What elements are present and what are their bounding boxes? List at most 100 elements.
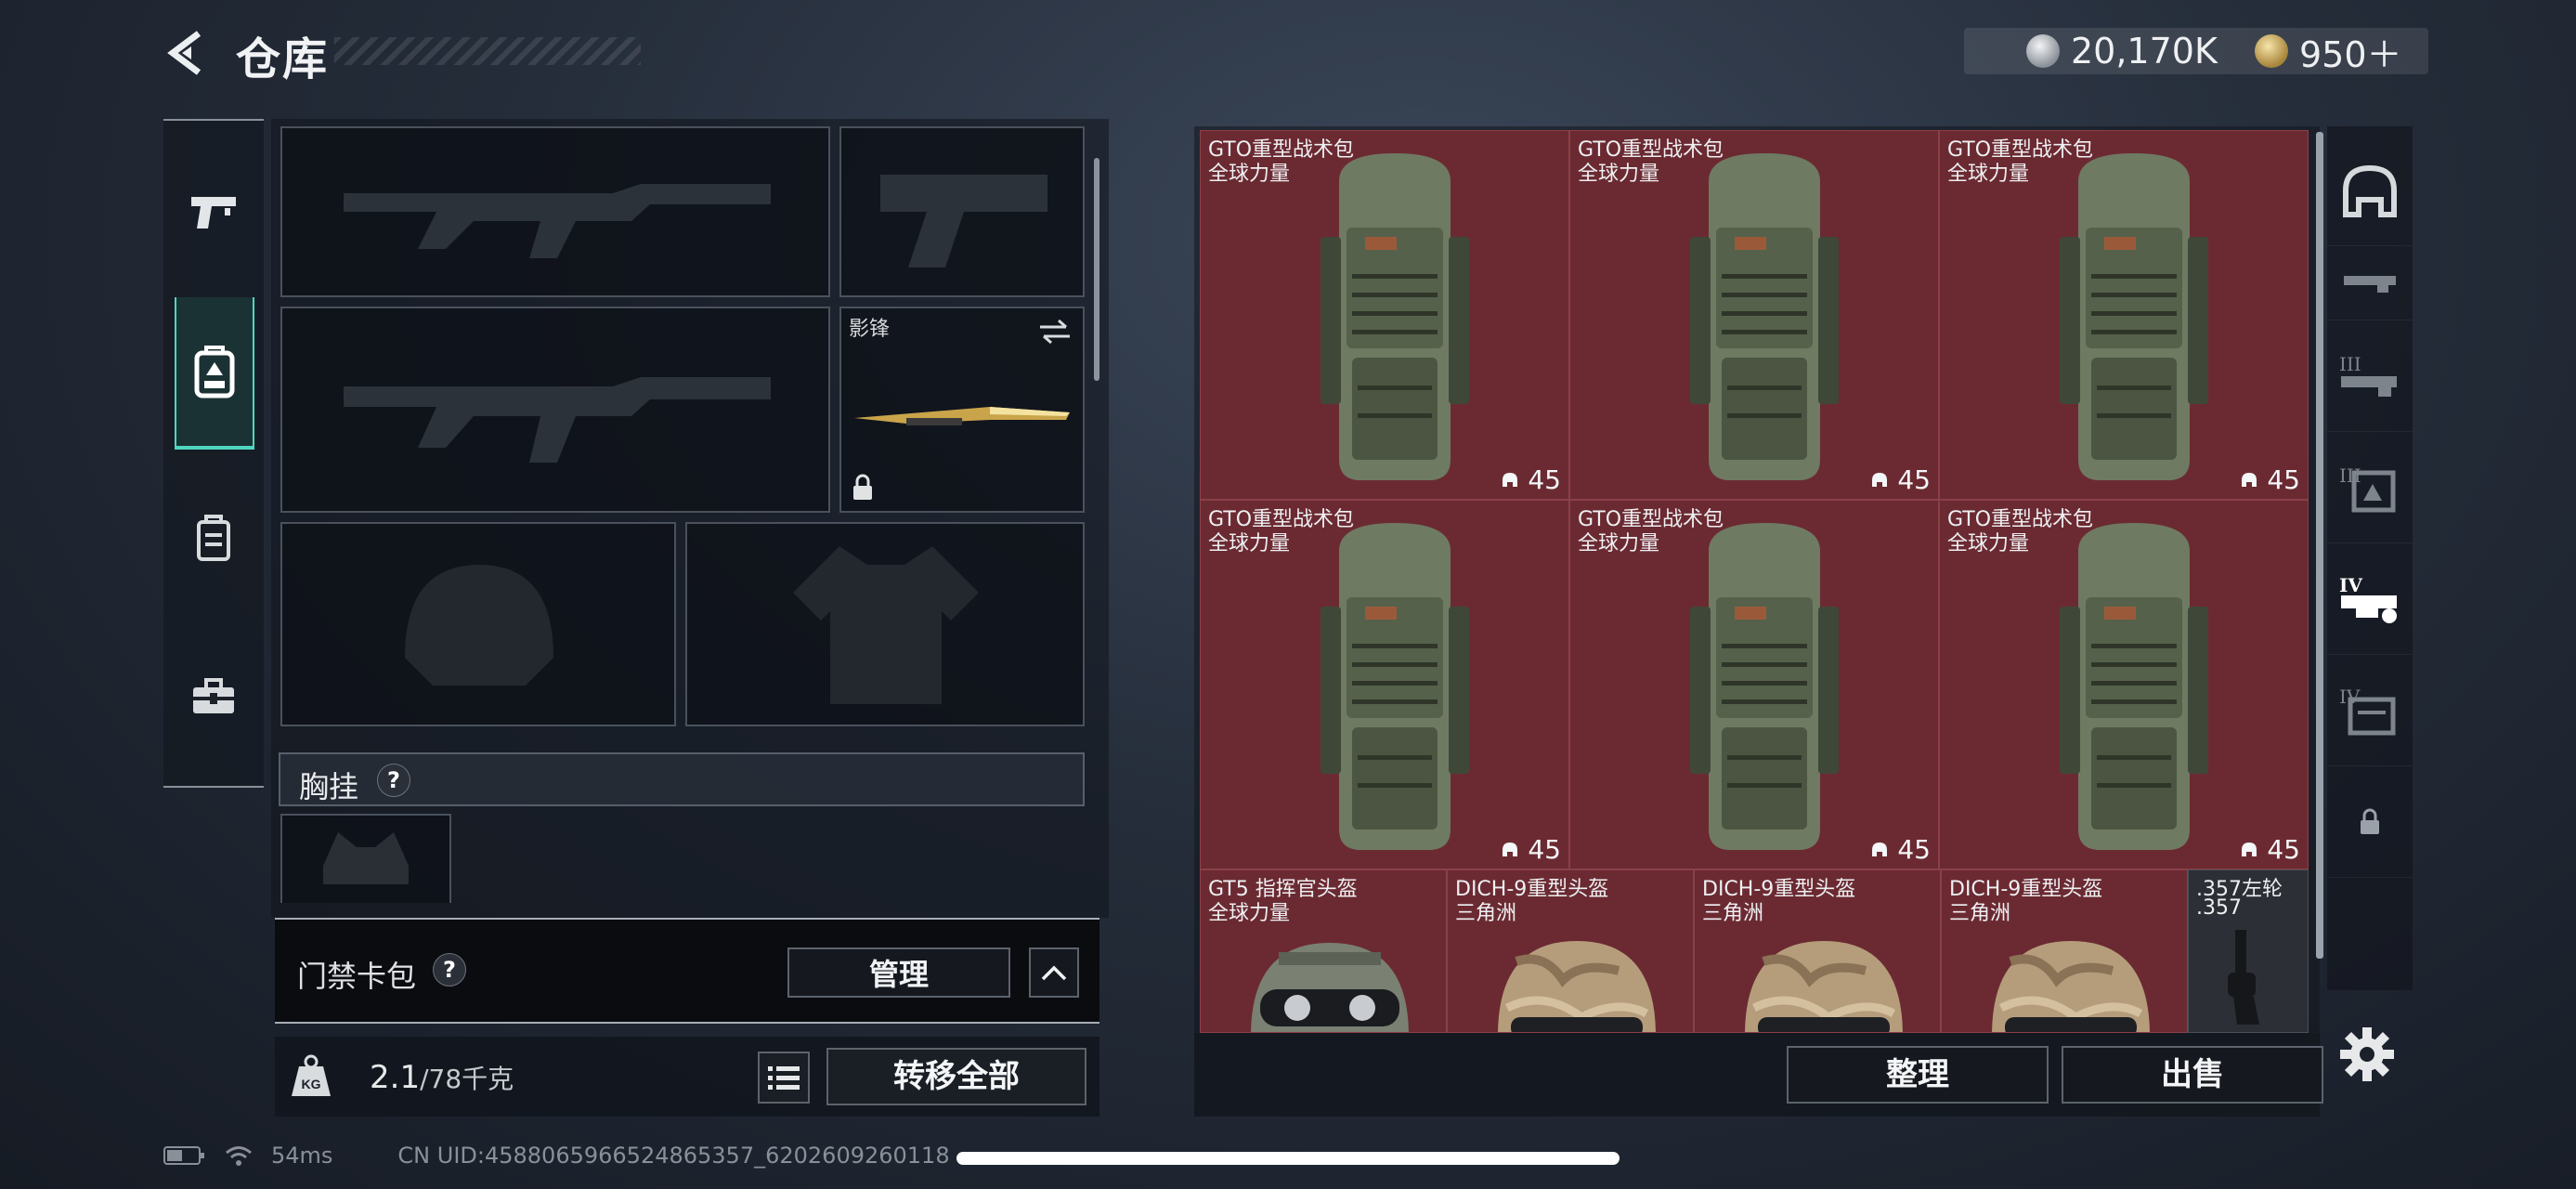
back-button[interactable] [163, 28, 214, 78]
sort-button[interactable]: 整理 [1787, 1046, 2049, 1104]
settings-button[interactable] [2338, 1026, 2396, 1083]
backpack-image [2060, 523, 2208, 850]
helmet-image [1498, 941, 1656, 1032]
filter-column: III III IV IV [2327, 126, 2413, 990]
weight-bar: KG 2.1/78千克 转移全部 [275, 1037, 1099, 1117]
filter-tier-4[interactable]: IV [2327, 544, 2413, 655]
inventory-item[interactable]: GTO重型战术包 全球力量 45 [1939, 130, 2309, 500]
backpack-image [2060, 153, 2208, 480]
pistol-silhouette-icon [880, 175, 1047, 268]
item-durability: 45 [1869, 834, 1931, 865]
lock-icon [853, 474, 872, 500]
status-bar: 54ms CN UID:4588065966524865357_62026092… [163, 1139, 950, 1172]
filter-helmet[interactable] [2327, 136, 2413, 246]
inventory-item[interactable]: GTO重型战术包 全球力量 45 [1200, 500, 1569, 869]
item-durability-value: 45 [2267, 464, 2300, 495]
filter-locked[interactable] [2327, 767, 2413, 878]
item-brand: .357 [2196, 896, 2242, 920]
list-view-button[interactable] [758, 1052, 810, 1104]
item-brand: 三角洲 [1949, 902, 2011, 925]
inventory-grid: GTO重型战术包 全球力量 45 GTO重型战术包 全球力量 45 GTO重型战术包 全球力量… [1200, 130, 2309, 1033]
silver-currency: 20,170K [2026, 28, 2218, 74]
access-card-help-icon[interactable]: ? [433, 953, 466, 986]
nav-weapons[interactable] [163, 137, 264, 286]
inventory-item[interactable]: DICH-9重型头盔 三角洲 [1941, 869, 2188, 1033]
chest-rig-slot[interactable] [280, 814, 451, 903]
gold-coin-icon [2255, 34, 2288, 68]
filter-tier-3-plate[interactable]: III [2327, 433, 2413, 543]
item-durability: 45 [1500, 464, 1561, 495]
knife-image [854, 407, 1070, 425]
weight-display: 2.1/78千克 [370, 1059, 514, 1096]
pistol-icon [191, 197, 236, 229]
backpack-image [1690, 153, 1839, 480]
lock-filter-icon [2361, 808, 2379, 834]
sell-button[interactable]: 出售 [2062, 1046, 2323, 1104]
page-title: 仓库 [236, 33, 330, 85]
armor-tier-3-plate-filter-icon: III [2339, 464, 2396, 513]
helmet-filter-icon [2343, 164, 2397, 217]
revolver-image [2228, 930, 2259, 1025]
home-indicator[interactable] [956, 1152, 1620, 1165]
pistol-slot[interactable] [839, 126, 1085, 297]
item-durability-value: 45 [1897, 464, 1931, 495]
battery-icon [163, 1146, 204, 1165]
weight-current: 2.1 [370, 1059, 421, 1096]
gold-currency-value: 950＋ [2299, 33, 2402, 75]
inventory-item[interactable]: GTO重型战术包 全球力量 45 [1939, 500, 2309, 869]
inventory-item[interactable]: GTO重型战术包 全球力量 45 [1200, 130, 1569, 500]
inventory-item[interactable]: GTO重型战术包 全球力量 45 [1569, 130, 1939, 500]
filter-armor[interactable] [2327, 245, 2413, 320]
swap-icon[interactable] [1038, 318, 1072, 346]
access-card-label: 门禁卡包 [297, 959, 417, 994]
item-brand: 三角洲 [1455, 902, 1517, 925]
inventory-item[interactable]: .357左轮 .357 [2188, 869, 2309, 1033]
item-durability-value: 45 [1528, 834, 1561, 865]
armor-tier-4-filter-icon: IV [2339, 574, 2397, 623]
filter-tier-4-bag[interactable]: IV [2327, 656, 2413, 766]
inventory-scrollbar[interactable] [2316, 132, 2323, 959]
backpack-icon [194, 346, 235, 399]
durability-icon [1503, 472, 1518, 487]
melee-name: 影锋 [849, 318, 891, 341]
armor-silhouette-icon [793, 546, 979, 704]
melee-slot[interactable]: 影锋 [839, 307, 1085, 513]
durability-icon [1872, 842, 1888, 856]
chest-rig-label: 胸挂 [299, 769, 359, 804]
armor-slot[interactable] [685, 522, 1085, 726]
svg-text:IV: IV [2339, 574, 2362, 596]
backpack-image [1321, 523, 1469, 850]
nav-chest-rig[interactable] [163, 464, 264, 613]
helmet-image [1992, 941, 2150, 1032]
chevron-up-icon [1041, 965, 1067, 981]
filter-tier-3[interactable]: III [2327, 321, 2413, 432]
category-nav [163, 119, 264, 788]
manage-button[interactable]: 管理 [787, 947, 1010, 998]
svg-text:III: III [2339, 353, 2361, 375]
inventory-actions: 整理 出售 [1194, 1033, 2323, 1117]
inventory-item[interactable]: GTO重型战术包 全球力量 45 [1569, 500, 1939, 869]
armor-tier-3-filter-icon: III [2339, 353, 2397, 397]
svg-text:KG: KG [302, 1077, 321, 1091]
inventory-item[interactable]: DICH-9重型头盔 三角洲 [1447, 869, 1694, 1033]
chest-rig-icon [197, 515, 230, 561]
item-brand: 三角洲 [1702, 902, 1764, 925]
item-brand: 全球力量 [1208, 163, 1291, 186]
item-brand: 全球力量 [1208, 532, 1291, 555]
expand-button[interactable] [1029, 947, 1079, 998]
item-brand: 全球力量 [1208, 902, 1291, 925]
inventory-item[interactable]: GT5 指挥官头盔 全球力量 [1200, 869, 1447, 1033]
secondary-weapon-slot[interactable] [280, 307, 830, 513]
transfer-all-button[interactable]: 转移全部 [826, 1048, 1086, 1105]
rifle-silhouette-icon [344, 184, 771, 258]
primary-weapon-slot[interactable] [280, 126, 830, 297]
armor-tier-4-bag-filter-icon: IV [2339, 686, 2396, 736]
silver-currency-value: 20,170K [2071, 31, 2218, 72]
backpack-image [1690, 523, 1839, 850]
nav-backpack[interactable] [175, 297, 254, 450]
loadout-scrollbar[interactable] [1094, 158, 1099, 381]
inventory-item[interactable]: DICH-9重型头盔 三角洲 [1694, 869, 1941, 1033]
nav-supplies[interactable] [163, 622, 264, 771]
chest-rig-help-icon[interactable]: ? [377, 764, 410, 797]
helmet-slot[interactable] [280, 522, 676, 726]
